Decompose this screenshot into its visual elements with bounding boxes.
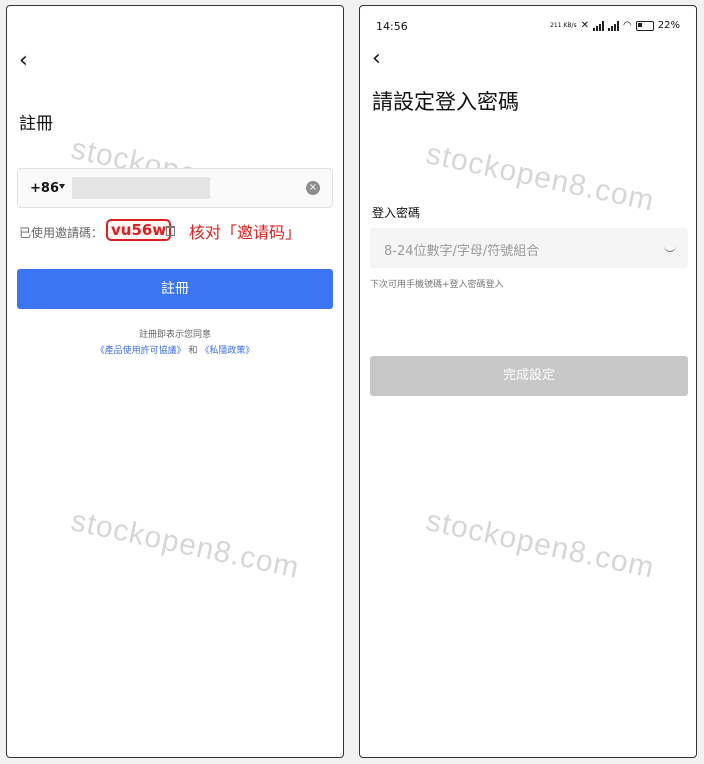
phone-number-field[interactable]: +86 × xyxy=(17,168,333,208)
battery-icon xyxy=(635,20,654,31)
register-screen: ‹ 註冊 stockopen8.com +86 × 已使用邀請碼： vu56w … xyxy=(6,5,344,758)
page-title: 請設定登入密碼 xyxy=(372,90,519,114)
terms-and: 和 xyxy=(185,346,201,356)
phone-number-input[interactable] xyxy=(72,177,210,199)
terms-text: 註冊即表示您同意 xyxy=(138,330,211,340)
invite-code-label: 已使用邀請碼： xyxy=(19,226,104,240)
signal-icon xyxy=(593,20,605,31)
complete-setup-button[interactable]: 完成設定 xyxy=(370,356,688,396)
annotation-text: 核对「邀请码」 xyxy=(189,223,302,242)
watermark: stockopen8.com xyxy=(423,504,658,585)
license-agreement-link[interactable]: 《產品使用許可協議》 xyxy=(96,346,186,356)
terms-links: 《產品使用許可協議》 和 《私隱政策》 xyxy=(7,343,343,356)
network-speed: 211 KB/s xyxy=(550,21,577,29)
password-hint: 下次可用手機號碼+登入密碼登入 xyxy=(370,280,504,290)
password-label: 登入密碼 xyxy=(372,206,421,220)
eye-closed-icon[interactable] xyxy=(664,246,676,252)
password-field[interactable]: 8-24位數字/字母/符號組合 xyxy=(370,228,688,268)
battery-percent: 22% xyxy=(657,20,680,31)
back-icon[interactable]: ‹ xyxy=(19,50,28,72)
trash-icon[interactable] xyxy=(166,226,175,236)
clear-icon[interactable]: × xyxy=(306,181,320,195)
watermark: stockopen8.com xyxy=(68,504,303,585)
password-placeholder: 8-24位數字/字母/符號組合 xyxy=(384,244,540,259)
wifi-icon: ◠ xyxy=(623,20,632,31)
invite-code-value: vu56w xyxy=(106,219,172,241)
watermark: stockopen8.com xyxy=(423,137,658,218)
register-button[interactable]: 註冊 xyxy=(17,269,333,309)
status-time: 14:56 xyxy=(376,20,408,33)
privacy-policy-link[interactable]: 《私隱政策》 xyxy=(200,346,254,356)
status-bar-icons: 211 KB/s ✕ ◠ 22% xyxy=(550,20,680,31)
page-title: 註冊 xyxy=(19,114,53,134)
signal-icon xyxy=(608,20,620,31)
mute-icon: ✕ xyxy=(580,20,590,31)
country-code[interactable]: +86 xyxy=(30,181,59,196)
back-icon[interactable]: ‹ xyxy=(372,48,381,70)
set-password-screen: 14:56 211 KB/s ✕ ◠ 22% ‹ 請設定登入密碼 stockop… xyxy=(359,5,697,758)
dropdown-arrow-icon[interactable] xyxy=(59,184,65,189)
